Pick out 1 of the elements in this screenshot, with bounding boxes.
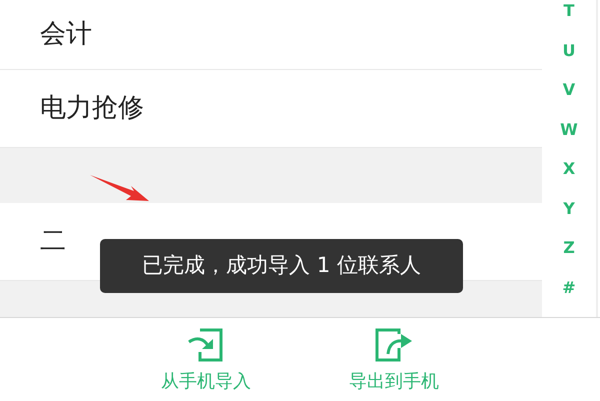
import-toast: 已完成，成功导入 1 位联系人 [100,239,463,293]
